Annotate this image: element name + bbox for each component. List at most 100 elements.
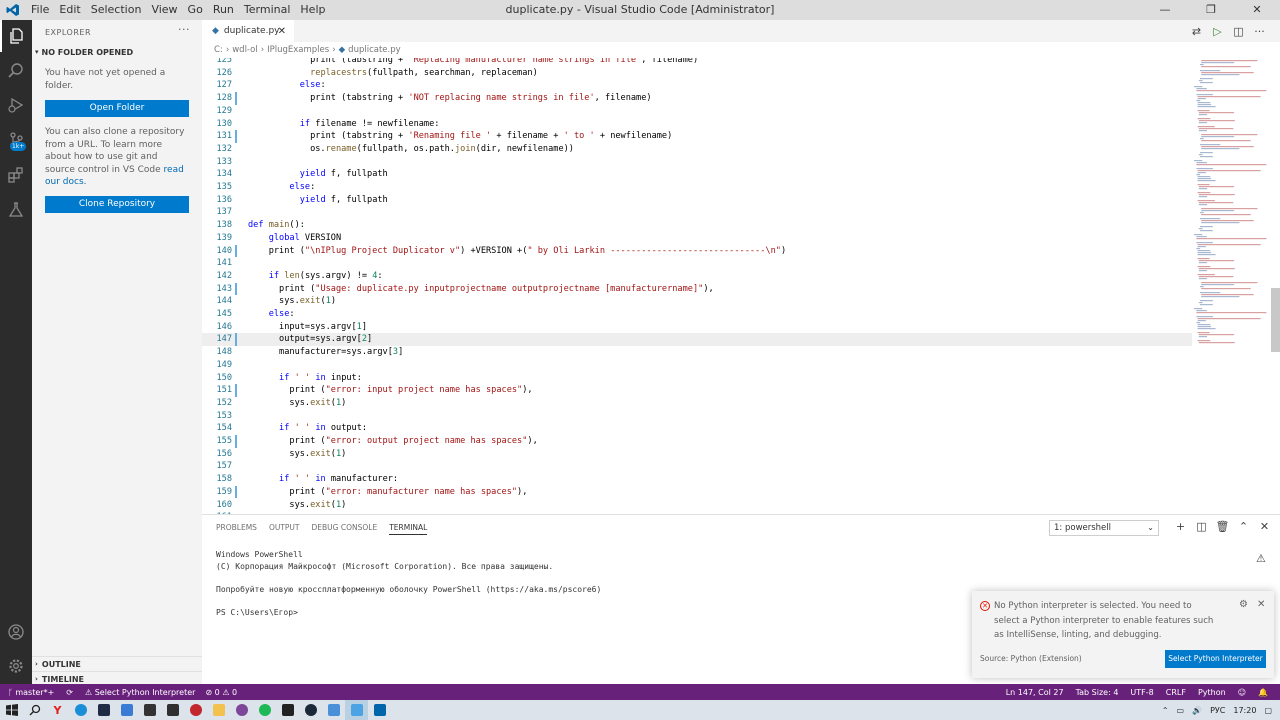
code-line[interactable]: 160 sys.exit(1) <box>202 499 1192 512</box>
code-line[interactable]: 132 os.rename(fullpath, os.path.join(dir… <box>202 143 1192 156</box>
code-line[interactable]: 142 if len(sys.argv) != 4: <box>202 270 1192 283</box>
menu-view[interactable]: View <box>146 0 182 20</box>
keyboard-language[interactable]: РУС <box>1210 706 1225 715</box>
no-folder-section-header[interactable]: ▾ NO FOLDER OPENED <box>32 44 202 60</box>
code-line[interactable]: 125 print (tabstring + 'Replacing manufa… <box>202 58 1192 67</box>
split-editor-icon[interactable]: ◫ <box>1228 25 1249 38</box>
code-line[interactable]: 149 <box>202 359 1192 372</box>
unity-app-icon[interactable] <box>276 700 299 720</box>
code-line[interactable]: 133 <box>202 156 1192 169</box>
code-line[interactable]: 148 manufacturer=sys.argv[3] <box>202 346 1192 359</box>
code-line[interactable]: 126 replacestrs(fullpath, searchman, rep… <box>202 67 1192 80</box>
maximize-button[interactable]: ❐ <box>1188 0 1234 20</box>
code-line[interactable]: 137 <box>202 206 1192 219</box>
breadcrumb-file[interactable]: duplicate.py <box>348 45 400 55</box>
tab-terminal[interactable]: TERMINAL <box>389 523 428 535</box>
code-line[interactable]: 130 if filename != newfilename: <box>202 118 1192 131</box>
tab-debug-console[interactable]: DEBUG CONSOLE <box>312 523 378 535</box>
extensions-icon[interactable] <box>0 159 32 191</box>
image-app-icon[interactable] <box>115 700 138 720</box>
code-line[interactable]: 150 if ' ' in input: <box>202 372 1192 385</box>
close-window-button[interactable]: ✕ <box>1234 0 1280 20</box>
interpreter-status[interactable]: ⚠ Select Python Interpreter <box>85 688 195 697</box>
volume-icon[interactable]: 🔊 <box>1192 706 1202 715</box>
cursor-position[interactable]: Ln 147, Col 27 <box>1006 688 1064 697</box>
menu-help[interactable]: Help <box>295 0 330 20</box>
code-line[interactable]: 146 input=sys.argv[1] <box>202 321 1192 334</box>
more-actions-icon[interactable]: ··· <box>178 23 190 36</box>
tab-duplicate-py[interactable]: ◆ duplicate.py ✕ <box>202 20 294 42</box>
menu-selection[interactable]: Selection <box>86 0 147 20</box>
tab-problems[interactable]: PROBLEMS <box>216 523 257 535</box>
warning-icon[interactable]: ⚠ <box>1256 552 1266 565</box>
notifications-icon[interactable]: ▢ <box>1264 706 1272 715</box>
monitor-app-icon[interactable] <box>322 700 345 720</box>
code-line[interactable]: 151 print ("error: input project name ha… <box>202 384 1192 397</box>
code-line[interactable]: 144 sys.exit(1) <box>202 295 1192 308</box>
run-python-file-icon[interactable]: ▷ <box>1207 25 1228 38</box>
tab-size[interactable]: Tab Size: 4 <box>1076 688 1119 697</box>
clone-repository-button[interactable]: Clone Repository <box>45 195 189 213</box>
chrome-app-icon[interactable] <box>69 700 92 720</box>
maximize-panel-icon[interactable]: ⌃ <box>1233 520 1254 533</box>
firefox-app-icon[interactable] <box>184 700 207 720</box>
terminal-select[interactable]: 1: powershell ⌄ <box>1049 520 1159 536</box>
code-editor[interactable]: 125 print (tabstring + 'Replacing manufa… <box>202 58 1192 514</box>
terminal-app-icon[interactable] <box>138 700 161 720</box>
code-line[interactable]: 134 yield f, fullpath <box>202 168 1192 181</box>
tor-app-icon[interactable] <box>230 700 253 720</box>
select-interpreter-button[interactable]: Select Python Interpreter <box>1165 650 1266 668</box>
menu-go[interactable]: Go <box>183 0 208 20</box>
code-line[interactable]: 128 print (tabstring + 'NOT replacing na… <box>202 92 1192 105</box>
close-icon[interactable]: ✕ <box>1257 599 1265 610</box>
code-line[interactable]: 152 sys.exit(1) <box>202 397 1192 410</box>
vscode-admin-app-icon[interactable] <box>345 700 368 720</box>
code-line[interactable]: 141 <box>202 257 1192 270</box>
code-line[interactable]: 131 print (tabstring + 'Renaming file ' … <box>202 130 1192 143</box>
breadcrumb-folder[interactable]: IPlugExamples <box>267 45 329 55</box>
menu-run[interactable]: Run <box>208 0 239 20</box>
menu-file[interactable]: File <box>26 0 54 20</box>
code-line[interactable]: 135 else: <box>202 181 1192 194</box>
account-icon[interactable] <box>0 616 32 648</box>
spotify-app-icon[interactable] <box>253 700 276 720</box>
gear-icon[interactable]: ⚙ <box>1239 599 1248 610</box>
menu-edit[interactable]: Edit <box>54 0 85 20</box>
manage-gear-icon[interactable] <box>0 650 32 682</box>
language-mode[interactable]: Python <box>1198 688 1226 697</box>
code-line[interactable]: 145 else: <box>202 308 1192 321</box>
end-of-line[interactable]: CRLF <box>1166 688 1186 697</box>
source-control-icon[interactable]: 1k+ <box>0 124 32 156</box>
open-folder-button[interactable]: Open Folder <box>45 100 189 117</box>
code-line[interactable]: 153 <box>202 410 1192 423</box>
code-line[interactable]: 157 <box>202 460 1192 473</box>
testing-icon[interactable] <box>0 194 32 226</box>
code-line[interactable]: 147 output=sys.argv[2] <box>202 333 1192 347</box>
run-debug-icon[interactable] <box>0 89 32 121</box>
code-line[interactable]: 156 sys.exit(1) <box>202 448 1192 461</box>
folder-app-icon[interactable] <box>207 700 230 720</box>
split-terminal-icon[interactable]: ◫ <box>1191 520 1212 533</box>
taskview-app-icon[interactable] <box>92 700 115 720</box>
search-icon[interactable] <box>23 700 46 720</box>
close-panel-icon[interactable]: ✕ <box>1254 520 1275 533</box>
encoding[interactable]: UTF-8 <box>1130 688 1153 697</box>
kill-terminal-icon[interactable]: 🗑 <box>1212 520 1233 533</box>
yandex-icon[interactable]: Y <box>46 700 69 720</box>
more-actions-icon[interactable]: ··· <box>1249 25 1270 38</box>
code-line[interactable]: 154 if ' ' in output: <box>202 422 1192 435</box>
notifications-bell-icon[interactable]: 🔔 <box>1258 688 1268 697</box>
feedback-icon[interactable]: ☺ <box>1238 688 1246 697</box>
outline-section-header[interactable]: › OUTLINE <box>32 656 202 671</box>
code-line[interactable]: 158 if ' ' in manufacturer: <box>202 473 1192 486</box>
code-line[interactable]: 136 yield f, fullpath <box>202 194 1192 207</box>
branch-status[interactable]: ᚴ master*+ <box>8 688 54 697</box>
code-line[interactable]: 138 def main(): <box>202 219 1192 232</box>
editor-scrollbar[interactable] <box>1271 288 1280 352</box>
code-line[interactable]: 127 else: <box>202 79 1192 92</box>
store-app-icon[interactable] <box>161 700 184 720</box>
code-line[interactable]: 139 global VERSION <box>202 232 1192 245</box>
chevron-up-icon[interactable]: ⌃ <box>1162 706 1169 715</box>
code-line[interactable]: 155 print ("error: output project name h… <box>202 435 1192 448</box>
code-line[interactable]: 143 print ("Usage: duplicate.py inputpro… <box>202 282 1192 296</box>
